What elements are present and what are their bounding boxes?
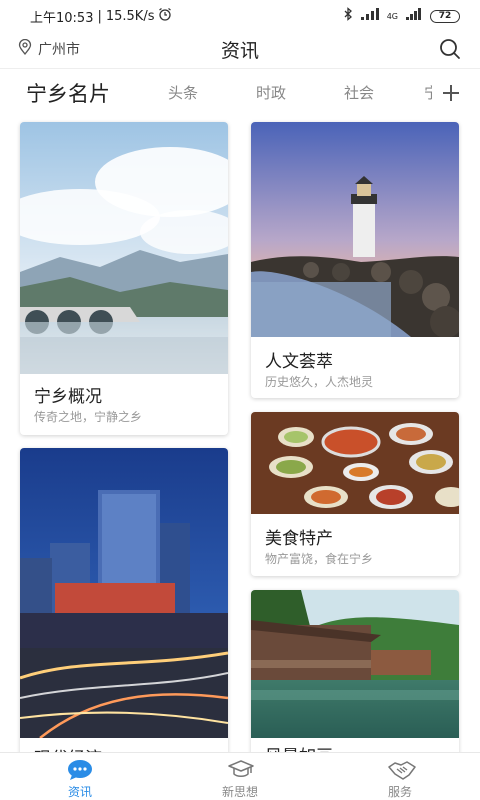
card-image-lighthouse [251, 122, 459, 337]
tab-society[interactable]: 社会 [344, 82, 374, 103]
news-chat-icon [68, 760, 92, 780]
card-image-lake-bridge [20, 122, 228, 374]
nav-news[interactable]: 资讯 [20, 753, 140, 800]
add-tab-plus-icon[interactable] [440, 82, 462, 104]
graduation-cap-icon [228, 760, 254, 777]
card-image-city-night [20, 448, 228, 738]
signal-icon [360, 8, 379, 24]
card-subtitle: 历史悠久，人杰地灵 [265, 375, 374, 389]
bottom-navigation: 资讯 新思想 服务 [0, 752, 480, 800]
bluetooth-icon [343, 7, 353, 25]
nav-label-services: 服务 [387, 785, 412, 799]
card-title: 人文荟萃 [265, 352, 333, 372]
card-subtitle: 物产富饶，食在宁乡 [265, 552, 374, 566]
nav-services[interactable]: 服务 [340, 753, 460, 800]
card-image-lake-pavilion [251, 590, 459, 738]
header-divider [0, 68, 480, 69]
battery-icon: 72 [430, 9, 460, 23]
status-speed: 15.5K/s [105, 8, 155, 24]
status-separator: | [97, 8, 102, 24]
card-scenery[interactable]: 风景如画 [251, 590, 459, 770]
alarm-icon [158, 7, 172, 25]
card-title: 宁乡概况 [34, 387, 102, 407]
status-bar: 上午10:53 | 15.5K/s 4G 72 [0, 0, 480, 32]
tab-more-partial[interactable]: 宁 [424, 82, 432, 103]
category-tabs: 宁乡名片 头条 时政 社会 宁 [0, 72, 480, 116]
card-subtitle: 传奇之地，宁静之乡 [34, 410, 143, 424]
network-type: 4G [386, 11, 398, 21]
nav-new-thought[interactable]: 新思想 [180, 753, 300, 800]
card-food-specialty[interactable]: 美食特产 物产富饶，食在宁乡 [251, 412, 459, 576]
nav-label-news: 资讯 [67, 785, 92, 799]
nav-label-new-thought: 新思想 [221, 785, 258, 799]
card-ningxiang-overview[interactable]: 宁乡概况 传奇之地，宁静之乡 [20, 122, 228, 435]
app-header: 广州市 资讯 [0, 32, 480, 68]
card-culture[interactable]: 人文荟萃 历史悠久，人杰地灵 [251, 122, 459, 398]
card-title: 美食特产 [265, 529, 333, 549]
search-icon[interactable] [438, 37, 462, 61]
tab-headlines[interactable]: 头条 [168, 82, 198, 103]
tab-politics[interactable]: 时政 [256, 82, 286, 103]
card-image-food-table [251, 412, 459, 514]
tab-ningxiang-card[interactable]: 宁乡名片 [26, 78, 110, 108]
handshake-icon [388, 761, 416, 780]
status-time: 上午10:53 [30, 10, 94, 26]
page-title: 资讯 [220, 40, 259, 62]
signal-icon-2 [406, 8, 422, 24]
card-modern-economy[interactable]: 现代经济 [20, 448, 228, 768]
